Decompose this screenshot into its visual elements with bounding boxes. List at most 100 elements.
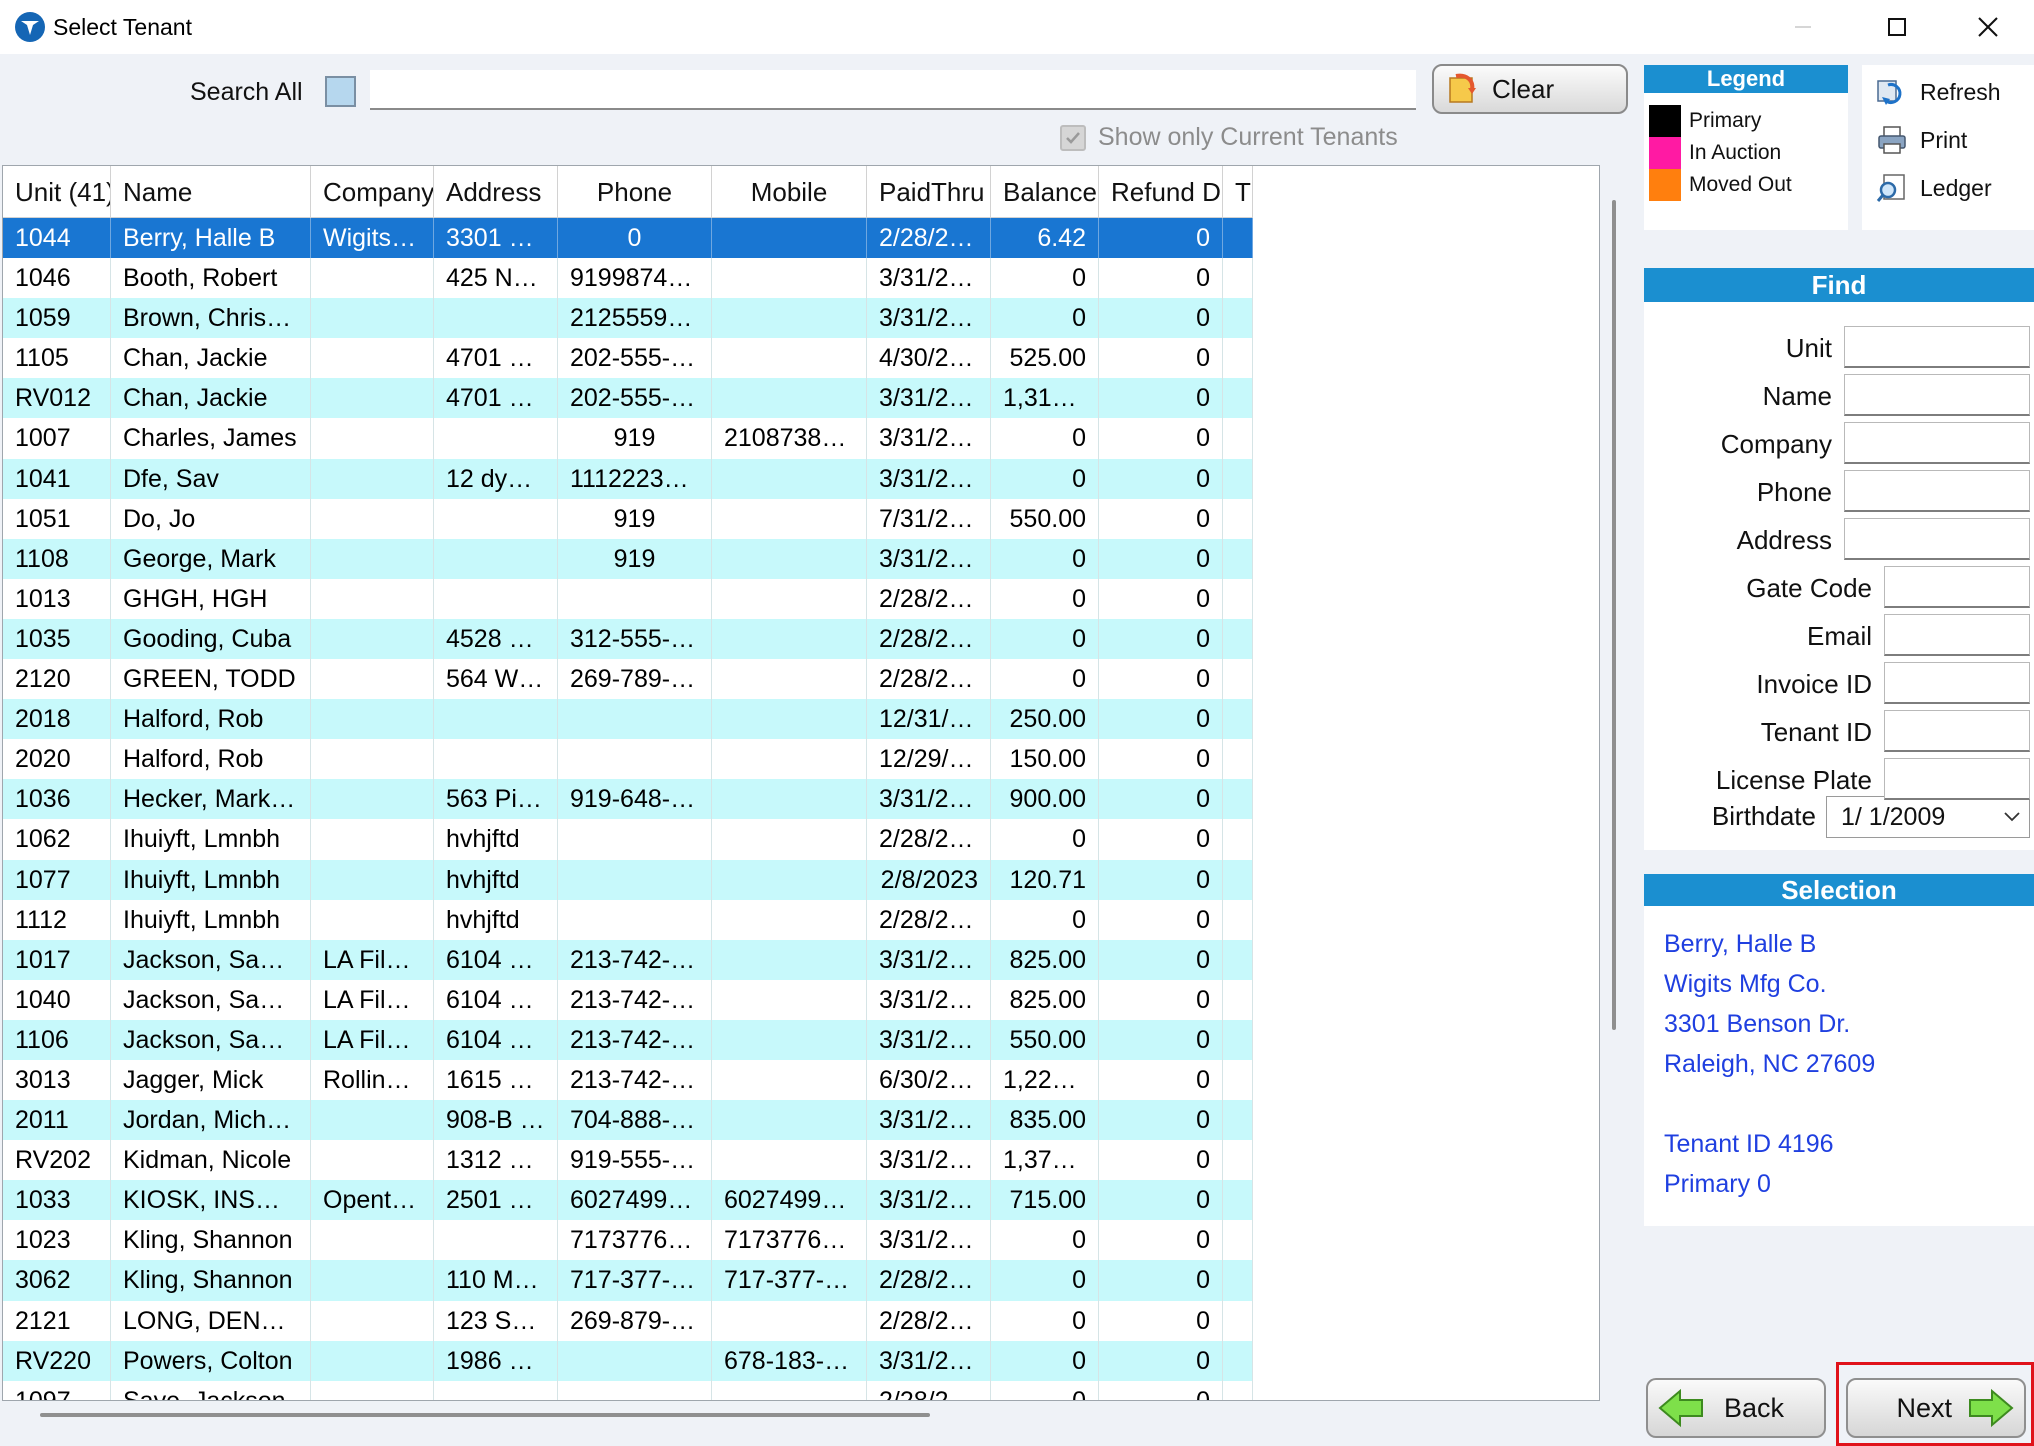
- table-row[interactable]: 1105Chan, Jackie 4701 Swe...202-555-1212 4…: [3, 338, 1253, 379]
- table-cell: [434, 739, 558, 780]
- find-label-phone: Phone: [1756, 477, 1832, 507]
- table-row[interactable]: 1059Brown, Christophe... 2125559898 3/31/2…: [3, 298, 1253, 339]
- ledger-button[interactable]: Ledger: [1876, 173, 1992, 203]
- table-cell: 1041: [3, 458, 111, 499]
- table-row[interactable]: 1051 Do, Jo 919 7/31/2022 550.00 0: [3, 498, 1253, 539]
- refresh-button[interactable]: Refresh: [1876, 77, 2001, 107]
- birthdate-picker[interactable]: 1/ 1/2009: [1826, 796, 2030, 838]
- column-header[interactable]: Balance: [991, 166, 1099, 218]
- print-button[interactable]: Print: [1876, 125, 1967, 155]
- table-cell: [712, 1059, 867, 1101]
- column-header[interactable]: Address: [434, 166, 558, 218]
- horizontal-scrollbar-thumb[interactable]: [40, 1413, 930, 1417]
- table-cell: [311, 578, 434, 619]
- table-cell: RV202: [3, 1140, 111, 1181]
- table-cell: 2/28/2023: [867, 1380, 991, 1400]
- table-cell: [311, 258, 434, 299]
- table-cell: 0: [991, 819, 1099, 860]
- find-input-gate-code[interactable]: [1884, 566, 2030, 608]
- clear-button[interactable]: Clear: [1432, 64, 1628, 114]
- table-row[interactable]: 1017Jackson, SamuelLA Films, ...6104 New…: [3, 939, 1253, 980]
- table-row[interactable]: 2018Halford, Rob 12/31/2022250.000: [3, 699, 1253, 740]
- search-all-checkbox[interactable]: [325, 76, 356, 107]
- table-cell: [712, 939, 867, 980]
- table-cell: 1105: [3, 338, 111, 379]
- column-header[interactable]: Unit (41): [3, 166, 111, 218]
- table-row[interactable]: 1097 Saye, Jackson 2/28/2023 0 0: [3, 1380, 1253, 1400]
- table-cell: 1312 Gre...: [434, 1140, 558, 1181]
- find-input-company[interactable]: [1844, 422, 2030, 464]
- table-row[interactable]: 1041Dfe, Sav 12 dynam...1112223333 3/31/20…: [3, 458, 1253, 499]
- legend-panel: Legend Primary In Auction Moved Out: [1644, 65, 1848, 230]
- find-input-license-plate[interactable]: [1884, 758, 2030, 800]
- table-cell: Kling, Shannon: [111, 1260, 311, 1301]
- table-row[interactable]: 2011Jordan, Michael 908-B He...704-888-77…: [3, 1100, 1253, 1141]
- back-button[interactable]: Back: [1646, 1378, 1826, 1438]
- column-header[interactable]: Mobile: [712, 166, 867, 218]
- selection-address-line1: 3301 Benson Dr.: [1664, 1010, 1851, 1038]
- table-cell: 1615 Pinn...: [434, 1059, 558, 1101]
- table-cell: 1,225.00: [991, 1059, 1099, 1101]
- table-cell-overflow: [1223, 338, 1253, 379]
- legend-title: Legend: [1644, 65, 1848, 93]
- table-cell: [712, 779, 867, 820]
- table-row[interactable]: 1035Gooding, Cuba 4528 Capi...312-555-121…: [3, 618, 1253, 660]
- column-header[interactable]: Refund D...: [1099, 166, 1223, 218]
- legend-label-in-auction: In Auction: [1689, 141, 1782, 164]
- column-header[interactable]: Phone: [558, 166, 712, 218]
- table-row[interactable]: 1112 Ihuiyft, Lmnbh hvhjftd 2/28/2023 0 0: [3, 899, 1253, 940]
- table-row[interactable]: 2121LONG, DENNIS 123 SPRI...269-879-5566 2…: [3, 1300, 1253, 1341]
- find-input-name[interactable]: [1844, 374, 2030, 416]
- table-row[interactable]: 3013Jagger, MickRolling St...1615 Pinn..…: [3, 1059, 1253, 1101]
- table-row[interactable]: 1036Hecker, Markus R 563 Pine ...919-648-…: [3, 779, 1253, 820]
- table-row[interactable]: 2020Halford, Rob 12/29/2022150.000: [3, 739, 1253, 780]
- tenant-grid[interactable]: Unit (41) Name Company Address Phone Mobile Pa…: [2, 165, 1600, 1401]
- find-input-unit[interactable]: [1844, 326, 2030, 368]
- table-row[interactable]: 1062 Ihuiyft, Lmnbh hvhjftd 2/28/2023 0 0: [3, 819, 1253, 860]
- table-row[interactable]: 3062Kling, Shannon110 Main st717-377-694…: [3, 1260, 1253, 1301]
- table-cell: 0: [1099, 1140, 1223, 1181]
- search-all-label: Search All: [190, 78, 303, 106]
- table-row[interactable]: RV220Powers, Colton 1986 19th st 678-183-4…: [3, 1340, 1253, 1381]
- vertical-scrollbar-thumb[interactable]: [1612, 200, 1616, 1030]
- table-cell-overflow: [1223, 578, 1253, 619]
- table-row[interactable]: 1106Jackson, SamuelLA Films, ...6104 New…: [3, 1019, 1253, 1060]
- legend-item-in-auction: In Auction: [1644, 137, 1848, 169]
- column-header[interactable]: Company: [311, 166, 434, 218]
- table-row[interactable]: RV202Kidman, Nicole 1312 Gre...919-555-12…: [3, 1140, 1253, 1181]
- table-cell: [434, 538, 558, 579]
- current-tenants-checkbox[interactable]: [1060, 125, 1086, 151]
- table-row[interactable]: 1040Jackson, SamuelLA Films, ...6104 New…: [3, 979, 1253, 1020]
- table-row[interactable]: 1044Berry, Halle BWigits Mf...3301 Ben..…: [3, 218, 1253, 259]
- find-input-email[interactable]: [1884, 614, 2030, 656]
- find-input-phone[interactable]: [1844, 470, 2030, 512]
- minimize-button[interactable]: [1757, 0, 1849, 54]
- find-input-address[interactable]: [1844, 518, 2030, 560]
- table-row[interactable]: 1013 GHGH, HGH 2/28/2023 0 0: [3, 578, 1253, 619]
- table-row[interactable]: 2120GREEN, TODD 564 WES...269-789-9874 2/2…: [3, 659, 1253, 700]
- table-row[interactable]: 1108 George, Mark 919 3/31/2023 0 0: [3, 538, 1253, 579]
- column-header[interactable]: T: [1223, 166, 1253, 218]
- find-input-invoice-id[interactable]: [1884, 662, 2030, 704]
- table-cell: 0: [991, 1340, 1099, 1381]
- table-cell: [311, 1380, 434, 1400]
- table-cell: 12/29/2022: [867, 739, 991, 780]
- table-row[interactable]: 1033KIOSK, INSOMNIACOpentech...2501 W. .…: [3, 1180, 1253, 1221]
- column-header[interactable]: PaidThru: [867, 166, 991, 218]
- find-title: Find: [1644, 268, 2034, 302]
- table-row[interactable]: RV012Chan, Jackie 4701 Swe...202-555-1212…: [3, 378, 1253, 419]
- table-cell: 6104 New...: [434, 1019, 558, 1060]
- table-cell: Jagger, Mick: [111, 1059, 311, 1101]
- table-row[interactable]: 1046Booth, Robert 425 NW c...9199874563 3/…: [3, 258, 1253, 299]
- maximize-button[interactable]: [1851, 0, 1943, 54]
- table-row[interactable]: 1077 Ihuiyft, Lmnbh hvhjftd 2/8/2023 120.71 0: [3, 859, 1253, 900]
- table-cell: 0: [991, 458, 1099, 499]
- search-input[interactable]: [370, 70, 1416, 110]
- column-header[interactable]: Name: [111, 166, 311, 218]
- close-button[interactable]: [1942, 0, 2034, 54]
- table-row[interactable]: 1007 Charles, James 919 2108738249 3/31/2023…: [3, 418, 1253, 459]
- table-cell: Do, Jo: [111, 498, 311, 539]
- find-input-tenant-id[interactable]: [1884, 710, 2030, 752]
- table-row[interactable]: 1023 Kling, Shannon 7173776946 7173776946 3/…: [3, 1220, 1253, 1261]
- table-cell: 1097: [3, 1380, 111, 1400]
